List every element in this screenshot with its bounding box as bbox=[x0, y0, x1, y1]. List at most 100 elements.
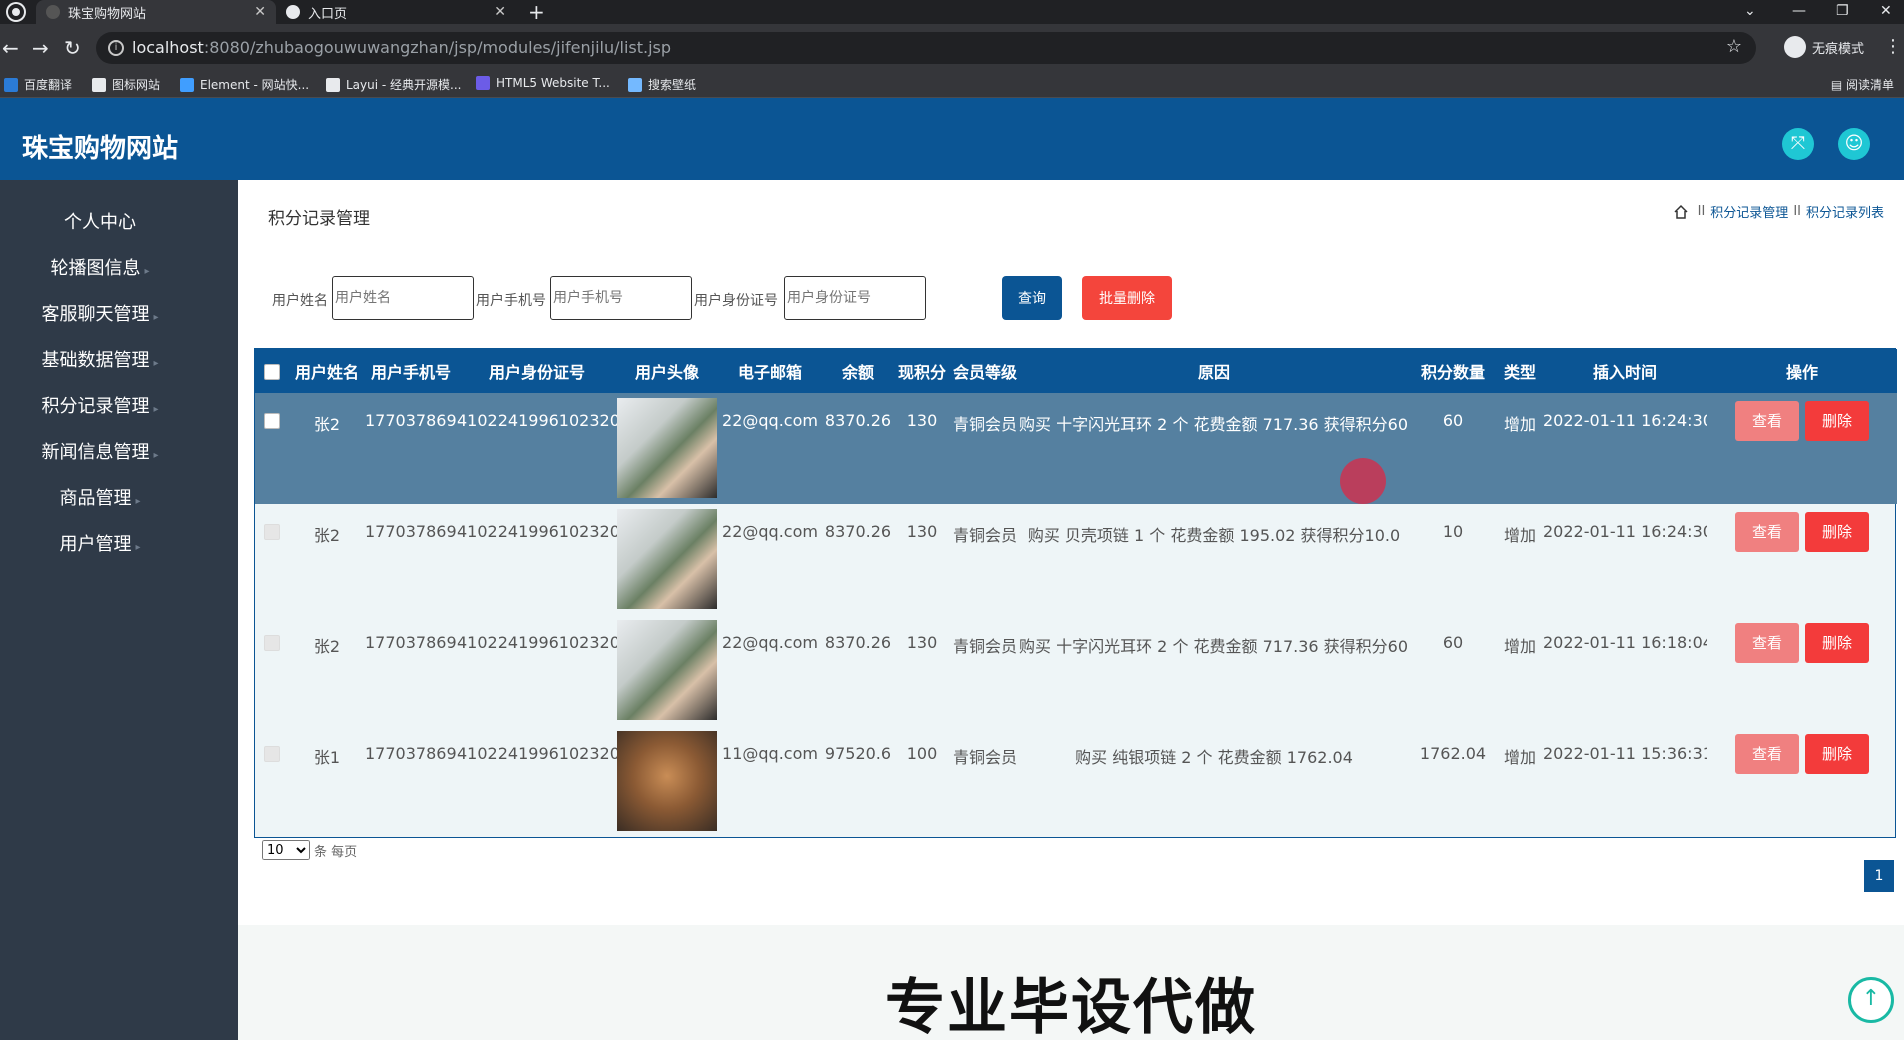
caret-icon: ▸ bbox=[153, 312, 159, 323]
cell-type: 增加 bbox=[1503, 415, 1536, 434]
user-icon[interactable]: ☺ bbox=[1838, 128, 1870, 160]
breadcrumb-item[interactable]: 积分记录管理 bbox=[1710, 202, 1788, 221]
name-input[interactable] bbox=[332, 276, 474, 320]
url-text[interactable]: localhost:8080/zhubaogouwuwangzhan/jsp/m… bbox=[132, 38, 671, 57]
delete-button[interactable]: 删除 bbox=[1805, 623, 1869, 663]
col-header: 用户头像 bbox=[634, 363, 699, 382]
cell-phone: 17703786901 bbox=[365, 744, 457, 763]
sidebar-item-news[interactable]: 新闻信息管理 ▸ bbox=[0, 430, 200, 476]
sidebar-item-chat[interactable]: 客服聊天管理 ▸ bbox=[0, 292, 200, 338]
omnibox[interactable]: i localhost:8080/zhubaogouwuwangzhan/jsp… bbox=[96, 32, 1756, 64]
bookmark-baidu-fanyi[interactable]: 百度翻译 bbox=[4, 76, 72, 93]
breadcrumb-sep: II bbox=[1697, 204, 1706, 219]
row-checkbox[interactable] bbox=[264, 746, 280, 762]
cell-amount: 1762.04 bbox=[1419, 744, 1487, 763]
col-header: 积分数量 bbox=[1420, 363, 1485, 382]
forward-icon[interactable]: → bbox=[32, 36, 49, 60]
cell-balance: 8370.26 bbox=[824, 633, 892, 652]
caret-icon: ▸ bbox=[144, 266, 150, 277]
bookmark-star-icon[interactable]: ☆ bbox=[1726, 36, 1742, 57]
home-icon[interactable] bbox=[1673, 204, 1689, 220]
table-row[interactable]: 张2 17703786992 410224199610232002 22@qq.… bbox=[255, 615, 1897, 726]
delete-button[interactable]: 删除 bbox=[1805, 401, 1869, 441]
tab-zhubao[interactable]: 珠宝购物网站 ✕ bbox=[36, 0, 276, 24]
sidebar-item-personal-center[interactable]: 个人中心 bbox=[0, 200, 200, 246]
cell-amount: 60 bbox=[1442, 411, 1464, 430]
col-header: 用户手机号 bbox=[370, 363, 451, 382]
window-close-icon[interactable]: ✕ bbox=[1880, 0, 1892, 24]
restore-icon[interactable]: ❐ bbox=[1836, 0, 1849, 24]
breadcrumb-item[interactable]: 积分记录列表 bbox=[1806, 202, 1884, 221]
address-bar-row: ← → ↻ i localhost:8080/zhubaogouwuwangzh… bbox=[0, 24, 1904, 72]
sidebar-item-points[interactable]: 积分记录管理 ▸ bbox=[0, 384, 200, 430]
row-checkbox[interactable] bbox=[264, 524, 280, 540]
back-to-top-icon[interactable]: ↑ bbox=[1848, 977, 1894, 1023]
tab-title: 珠宝购物网站 bbox=[68, 6, 147, 22]
incognito-icon bbox=[1784, 36, 1806, 58]
site-info-icon[interactable]: i bbox=[108, 40, 124, 56]
bookmark-element[interactable]: Element - 网站快... bbox=[180, 76, 309, 93]
tab-entry[interactable]: 入口页 ✕ bbox=[276, 0, 516, 24]
sidebar-item-basic-data[interactable]: 基础数据管理 ▸ bbox=[0, 338, 200, 384]
batch-delete-button[interactable]: 批量删除 bbox=[1082, 276, 1172, 320]
globe-icon bbox=[286, 5, 300, 19]
incognito-indicator[interactable]: 无痕模式 bbox=[1784, 36, 1864, 58]
view-button[interactable]: 查看 bbox=[1735, 401, 1799, 441]
page-number-button[interactable]: 1 bbox=[1864, 860, 1894, 892]
bookmark-icon bbox=[4, 77, 18, 92]
browser-logo-icon bbox=[8, 4, 24, 20]
sidebar-item-carousel[interactable]: 轮播图信息 ▸ bbox=[0, 246, 200, 292]
table-row[interactable]: 张2 17703786992 410224199610232002 22@qq.… bbox=[255, 393, 1897, 504]
idcard-input[interactable] bbox=[784, 276, 926, 320]
reload-icon[interactable]: ↻ bbox=[64, 36, 81, 60]
browser-menu-icon[interactable]: ⋮ bbox=[1884, 36, 1902, 57]
app-title: 珠宝购物网站 bbox=[22, 134, 179, 164]
col-header: 用户身份证号 bbox=[488, 363, 585, 382]
cell-reason: 购买 纯银项链 2 个 花费金额 1762.04 bbox=[1075, 748, 1353, 767]
view-button[interactable]: 查看 bbox=[1735, 512, 1799, 552]
cell-reason: 购买 十字闪光耳环 2 个 花费金额 717.36 获得积分60.0 bbox=[1019, 637, 1409, 656]
cell-email: 11@qq.com bbox=[722, 744, 818, 763]
view-button[interactable]: 查看 bbox=[1735, 734, 1799, 774]
delete-button[interactable]: 删除 bbox=[1805, 734, 1869, 774]
bookmark-layui[interactable]: Layui - 经典开源模... bbox=[326, 76, 461, 93]
caret-icon: ▸ bbox=[153, 358, 159, 369]
bookmark-html5[interactable]: HTML5 Website T... bbox=[476, 76, 610, 90]
cell-idcard: 410224199610232001 bbox=[457, 744, 617, 763]
breadcrumb: II 积分记录管理 II 积分记录列表 bbox=[1673, 202, 1884, 221]
row-checkbox[interactable] bbox=[264, 635, 280, 651]
query-button[interactable]: 查询 bbox=[1002, 276, 1062, 320]
cell-type: 增加 bbox=[1503, 748, 1536, 767]
back-icon[interactable]: ← bbox=[2, 36, 19, 60]
cell-email: 22@qq.com bbox=[722, 522, 818, 541]
caret-icon: ▸ bbox=[153, 404, 159, 415]
reading-list[interactable]: ▤ 阅读清单 bbox=[1831, 76, 1894, 93]
col-header: 用户姓名 bbox=[294, 363, 359, 382]
sidebar-item-goods[interactable]: 商品管理 ▸ bbox=[0, 476, 200, 522]
cell-reason: 购买 贝壳项链 1 个 花费金额 195.02 获得积分10.0 bbox=[1027, 526, 1401, 545]
view-button[interactable]: 查看 bbox=[1735, 623, 1799, 663]
new-tab-button[interactable]: + bbox=[528, 0, 545, 24]
browser-tabbar: 珠宝购物网站 ✕ 入口页 ✕ + ⌄ — ❐ ✕ bbox=[0, 0, 1904, 24]
bookmark-icon-site[interactable]: 图标网站 bbox=[92, 76, 160, 93]
table-row[interactable]: 张1 17703786901 410224199610232001 11@qq.… bbox=[255, 726, 1897, 837]
minimize-icon[interactable]: — bbox=[1792, 0, 1806, 24]
col-header: 插入时间 bbox=[1592, 363, 1657, 382]
col-header: 操作 bbox=[1785, 363, 1818, 382]
col-header: 电子邮箱 bbox=[737, 363, 802, 382]
records-table: 用户姓名 用户手机号 用户身份证号 用户头像 电子邮箱 余额 现积分 会员等级 … bbox=[254, 348, 1897, 838]
table-row[interactable]: 张2 17703786992 410224199610232002 22@qq.… bbox=[255, 504, 1897, 615]
main-content: 积分记录管理 II 积分记录管理 II 积分记录列表 用户姓名 用户手机号 用户… bbox=[238, 180, 1904, 925]
fullscreen-icon[interactable]: ⤧ bbox=[1782, 128, 1814, 160]
page-size-select[interactable]: 10 bbox=[262, 840, 310, 860]
phone-input[interactable] bbox=[550, 276, 692, 320]
tab-close-icon[interactable]: ✕ bbox=[254, 4, 266, 20]
tab-close-icon[interactable]: ✕ bbox=[494, 4, 506, 20]
select-all-checkbox[interactable] bbox=[264, 364, 280, 380]
delete-button[interactable]: 删除 bbox=[1805, 512, 1869, 552]
sidebar-item-users[interactable]: 用户管理 ▸ bbox=[0, 522, 200, 568]
tab-search-chevron-icon[interactable]: ⌄ bbox=[1744, 0, 1756, 24]
cell-idcard: 410224199610232002 bbox=[457, 411, 617, 430]
bookmark-wallpaper[interactable]: 搜索壁纸 bbox=[628, 76, 696, 93]
row-checkbox[interactable] bbox=[264, 413, 280, 429]
